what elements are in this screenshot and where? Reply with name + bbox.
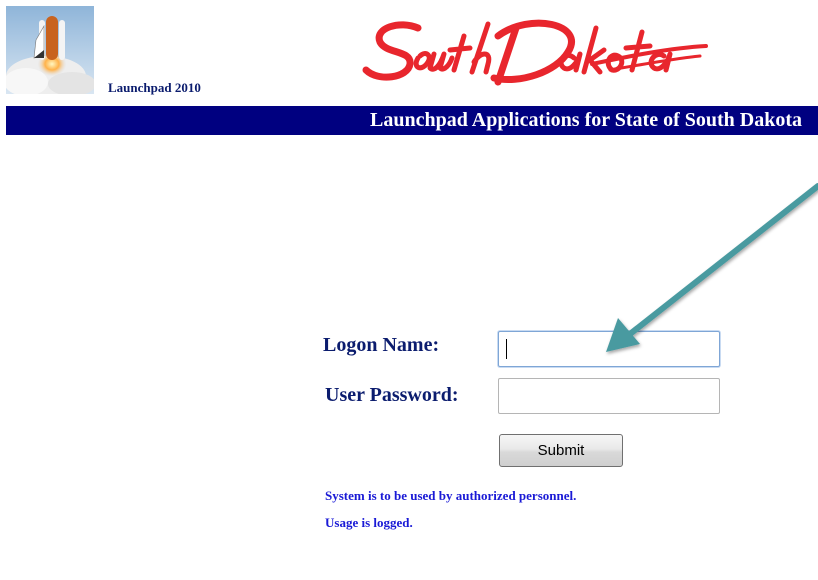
user-password-input[interactable] <box>498 378 720 414</box>
submit-button[interactable]: Submit <box>499 434 623 467</box>
logon-name-label: Logon Name: <box>323 334 440 356</box>
space-shuttle-logo-icon <box>6 6 94 94</box>
title-banner: Launchpad Applications for State of Sout… <box>6 106 818 135</box>
text-caret <box>506 339 507 359</box>
user-password-label: User Password: <box>325 384 459 406</box>
authorized-use-notice: System is to be used by authorized perso… <box>325 488 577 503</box>
south-dakota-logo <box>360 6 710 98</box>
usage-logged-notice: Usage is logged. <box>325 515 413 530</box>
launchpad-login-page: Launchpad 2010 Launchpad Applications fo… <box>0 0 818 580</box>
logon-name-input[interactable] <box>498 331 720 367</box>
banner-title: Launchpad Applications for State of Sout… <box>370 109 802 131</box>
app-version-label: Launchpad 2010 <box>108 80 201 95</box>
